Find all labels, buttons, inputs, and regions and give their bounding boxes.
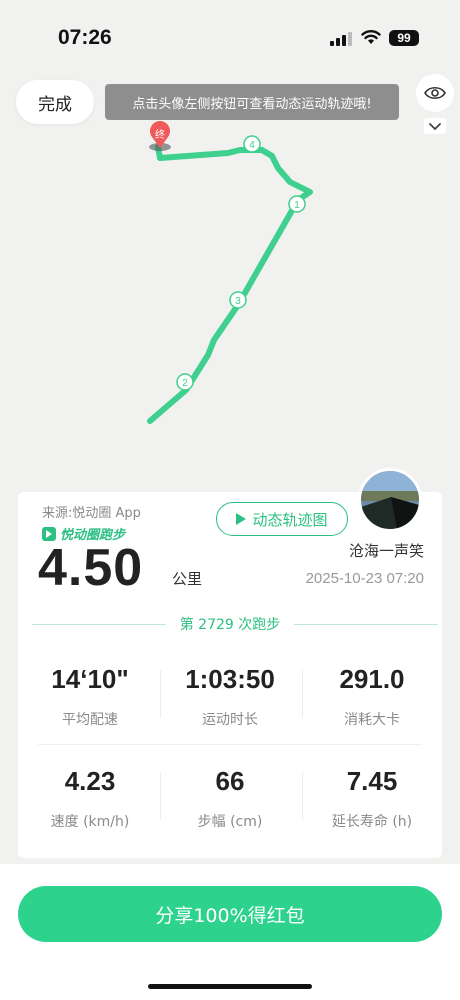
svg-text:终: 终 — [155, 128, 165, 141]
stat-calories: 291.0 消耗大卡 — [302, 664, 442, 729]
stat-speed: 4.23 速度 (km/h) — [20, 766, 160, 831]
route-path — [147, 144, 313, 424]
username: 沧海一声笑 — [348, 542, 424, 560]
status-time: 07:26 — [58, 26, 112, 49]
battery-icon: 99 — [389, 30, 419, 46]
dynamic-track-label: 动态轨迹图 — [252, 510, 328, 529]
distance-unit: 公里 — [172, 570, 203, 588]
dynamic-track-button[interactable]: 动态轨迹图 — [216, 502, 348, 536]
stat-value: 291.0 — [339, 664, 405, 694]
svg-text:4: 4 — [249, 140, 255, 151]
stat-avg-pace: 14‘10" 平均配速 — [20, 664, 160, 729]
run-count: 第 2729 次跑步 — [166, 614, 294, 634]
km-marker-4: 4 — [243, 135, 261, 153]
wifi-icon — [361, 30, 381, 44]
stat-value: 1:03:50 — [185, 664, 275, 694]
stat-label: 消耗大卡 — [344, 712, 400, 728]
avatar[interactable] — [358, 468, 422, 532]
km-marker-2: 2 — [176, 373, 194, 391]
stat-label: 步幅 (cm) — [197, 814, 263, 830]
distance-value: 4.50 — [38, 539, 144, 597]
avatar-image — [361, 471, 419, 529]
km-marker-3: 3 — [229, 291, 247, 309]
route-map[interactable]: 1 2 3 4 终 — [0, 74, 460, 494]
km-marker-1: 1 — [288, 195, 306, 213]
stat-value: 4.23 — [64, 766, 116, 796]
svg-text:3: 3 — [235, 296, 241, 307]
svg-text:2: 2 — [182, 378, 188, 389]
stat-stride: 66 步幅 (cm) — [160, 766, 300, 831]
end-marker-icon: 终 — [149, 121, 171, 151]
status-bar: 07:26 99 — [0, 0, 460, 74]
eye-toggle-button[interactable] — [416, 74, 454, 112]
stat-value: 66 — [215, 766, 245, 796]
home-indicator — [148, 984, 312, 989]
stat-label: 平均配速 — [62, 712, 118, 728]
stat-label: 延长寿命 (h) — [331, 814, 413, 830]
run-datetime: 2025-10-23 07:20 — [305, 570, 424, 587]
eye-icon — [424, 86, 446, 100]
svg-text:1: 1 — [294, 200, 300, 211]
stat-label: 运动时长 — [202, 712, 258, 728]
hint-banner: 点击头像左侧按钮可查看动态运动轨迹哦! — [105, 84, 399, 120]
play-icon — [236, 513, 247, 525]
cellular-signal-icon — [330, 32, 352, 46]
stat-life-extended: 7.45 延长寿命 (h) — [302, 766, 442, 831]
done-button[interactable]: 完成 — [16, 80, 94, 124]
run-summary-card: 来源:悦动圈 App 悦动圈跑步 4.50 公里 动态轨迹图 沧海一声笑 202… — [18, 468, 442, 858]
chevron-down-icon[interactable] — [424, 118, 446, 134]
source-label: 来源:悦动圈 App — [42, 506, 141, 521]
divider — [38, 744, 422, 745]
stat-label: 速度 (km/h) — [50, 814, 130, 830]
share-button[interactable]: 分享100%得红包 — [18, 886, 442, 942]
stat-value: 14‘10" — [51, 664, 129, 694]
stat-duration: 1:03:50 运动时长 — [160, 664, 300, 729]
stat-value: 7.45 — [346, 766, 398, 796]
